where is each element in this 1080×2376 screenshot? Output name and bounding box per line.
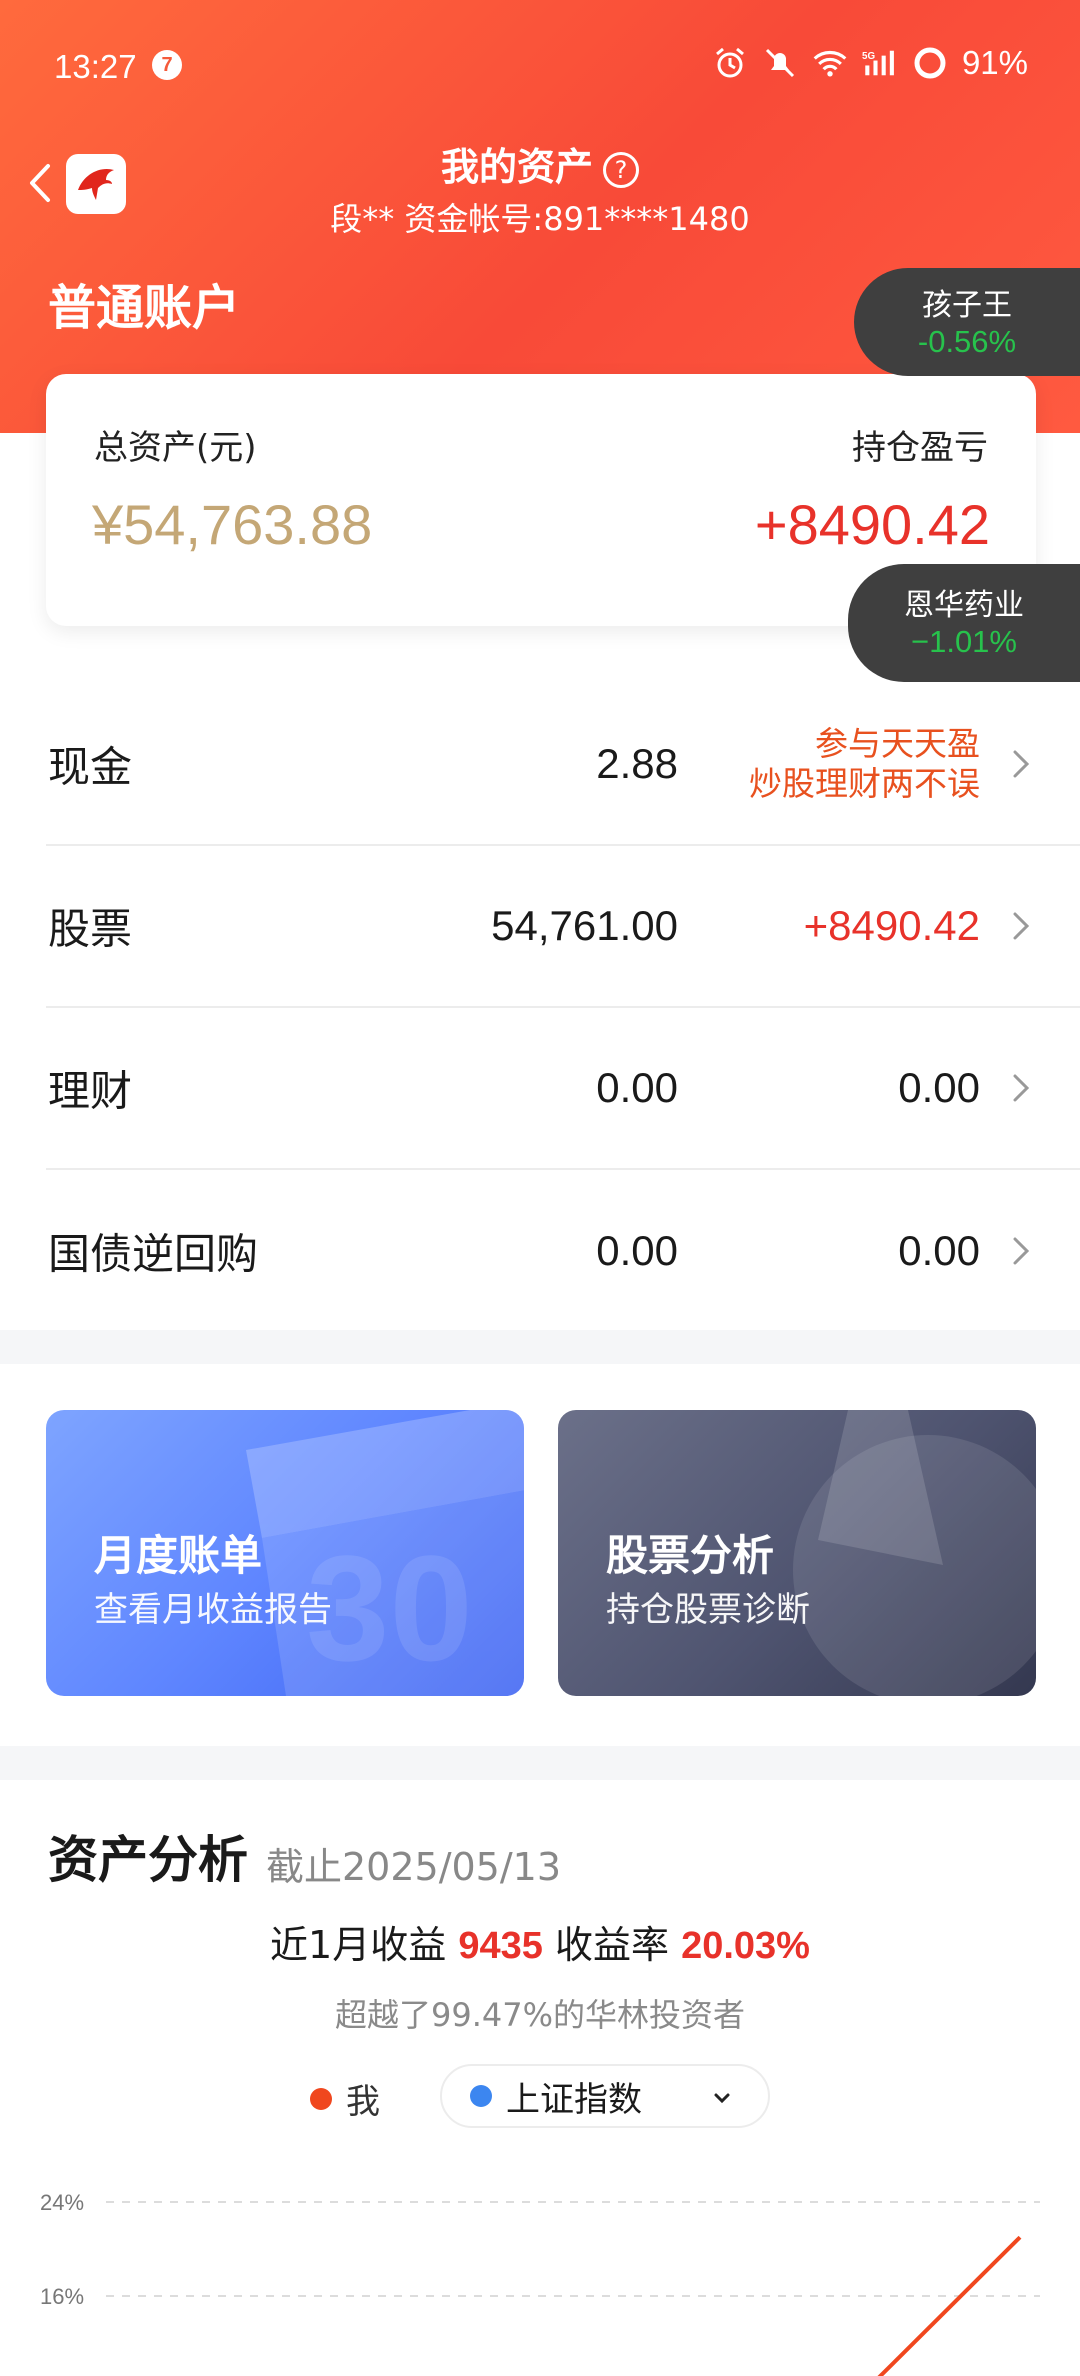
legend-label: 我	[346, 2082, 380, 2122]
asset-pnl: 0.00	[898, 1064, 980, 1111]
position-pnl-label: 持仓盈亏	[852, 428, 988, 468]
holding-tag-name: 恩华药业	[904, 588, 1024, 623]
alarm-icon	[712, 45, 748, 81]
signal-5g-icon: 5G	[862, 45, 898, 81]
y-tick-label: 24%	[40, 2190, 84, 2215]
svg-text:5G: 5G	[862, 51, 875, 62]
asset-row-wealth[interactable]: 理财 0.00 0.00	[46, 1008, 1080, 1170]
return-label: 近1月收益	[270, 1923, 447, 1967]
chevron-right-icon	[1008, 744, 1034, 784]
battery-ring-icon	[912, 45, 948, 81]
holding-tag-change: -0.56%	[917, 324, 1017, 359]
asset-list: 现金 2.88 参与天天盈 炒股理财两不误 股票 54,761.00 +8490…	[0, 684, 1080, 1332]
legend-me: 我	[310, 2074, 380, 2123]
page-title: 我的资产?	[0, 136, 1080, 191]
total-assets-value: ¥54,763.88	[92, 493, 373, 556]
as-of-date: 截止2025/05/13	[266, 1845, 562, 1889]
holding-tag-1[interactable]: 孩子王 -0.56%	[854, 268, 1080, 376]
account-info: 段** 资金帐号:891****1480	[330, 200, 750, 238]
monthly-statement-tile[interactable]: 30 月度账单 查看月收益报告	[46, 1410, 524, 1696]
holding-tag-name: 孩子王	[922, 288, 1012, 323]
cash-promo[interactable]: 参与天天盈 炒股理财两不误	[749, 724, 980, 804]
percentile-text: 超越了99.47%的华林投资者	[334, 1996, 746, 2034]
status-icons: 5G 91%	[712, 44, 1028, 82]
battery-level: 91%	[961, 44, 1028, 81]
series-line-me	[877, 2235, 1022, 2376]
holding-tag-change: −1.01%	[910, 624, 1017, 659]
account-type-label: 普通账户	[48, 280, 241, 336]
return-chart: 24% 16%	[40, 2190, 1040, 2376]
stock-analysis-tile[interactable]: 股票分析 持仓股票诊断	[558, 1410, 1036, 1696]
promo-line-2: 炒股理财两不误	[749, 764, 980, 803]
chevron-right-icon	[1008, 1231, 1034, 1271]
monthly-return-summary: 近1月收益 9435 收益率 20.03%	[0, 1914, 1080, 1969]
y-tick-label: 16%	[40, 2284, 84, 2309]
asset-analysis-title: 资产分析	[48, 1831, 248, 1889]
asset-name: 股票	[48, 904, 133, 954]
position-pnl-value: +8490.42	[754, 493, 990, 556]
asset-amount: 0.00	[596, 1064, 678, 1111]
chevron-down-icon	[714, 2093, 730, 2104]
status-time: 13:27	[54, 48, 137, 85]
pie-chart-icon	[793, 1410, 1036, 1696]
calendar-icon: 30	[246, 1410, 524, 1696]
return-value: 9435	[458, 1925, 543, 1967]
legend-dot-icon	[470, 2085, 492, 2107]
asset-name: 理财	[48, 1066, 133, 1116]
chevron-right-icon	[1008, 906, 1034, 946]
promo-line-1: 参与天天盈	[815, 724, 980, 763]
asset-row-reverse-repo[interactable]: 国债逆回购 0.00 0.00	[46, 1170, 1080, 1332]
tile-subtitle: 查看月收益报告	[94, 1590, 332, 1630]
mute-bell-icon	[762, 45, 798, 81]
tile-title: 股票分析	[606, 1531, 775, 1580]
asset-row-cash[interactable]: 现金 2.88 参与天天盈 炒股理财两不误	[46, 684, 1080, 846]
status-bar: 13:27 7 5G 91%	[0, 0, 1080, 130]
asset-row-stocks[interactable]: 股票 54,761.00 +8490.42	[46, 846, 1080, 1008]
section-divider	[0, 1746, 1080, 1780]
asset-amount: 54,761.00	[491, 902, 678, 949]
section-divider	[0, 1330, 1080, 1364]
rate-label: 收益率	[554, 1923, 669, 1967]
page-title-text: 我的资产	[440, 145, 593, 189]
wifi-icon	[812, 45, 848, 81]
tile-title: 月度账单	[94, 1531, 263, 1580]
rate-value: 20.03%	[681, 1925, 810, 1967]
legend-dot-icon	[310, 2087, 332, 2110]
asset-amount: 2.88	[596, 740, 678, 787]
asset-name: 现金	[48, 742, 133, 792]
tile-subtitle: 持仓股票诊断	[606, 1590, 810, 1630]
asset-name: 国债逆回购	[48, 1229, 259, 1279]
chevron-right-icon	[1008, 1068, 1034, 1108]
asset-amount: 0.00	[596, 1227, 678, 1274]
help-icon[interactable]: ?	[603, 151, 639, 188]
asset-pnl: +8490.42	[803, 902, 980, 949]
benchmark-select[interactable]: 上证指数	[440, 2064, 770, 2128]
holding-tag-2[interactable]: 恩华药业 −1.01%	[848, 564, 1080, 682]
notification-badge: 7	[152, 50, 182, 80]
asset-pnl: 0.00	[898, 1227, 980, 1274]
benchmark-label: 上证指数	[506, 2079, 642, 2120]
total-assets-label: 总资产(元)	[94, 428, 257, 468]
